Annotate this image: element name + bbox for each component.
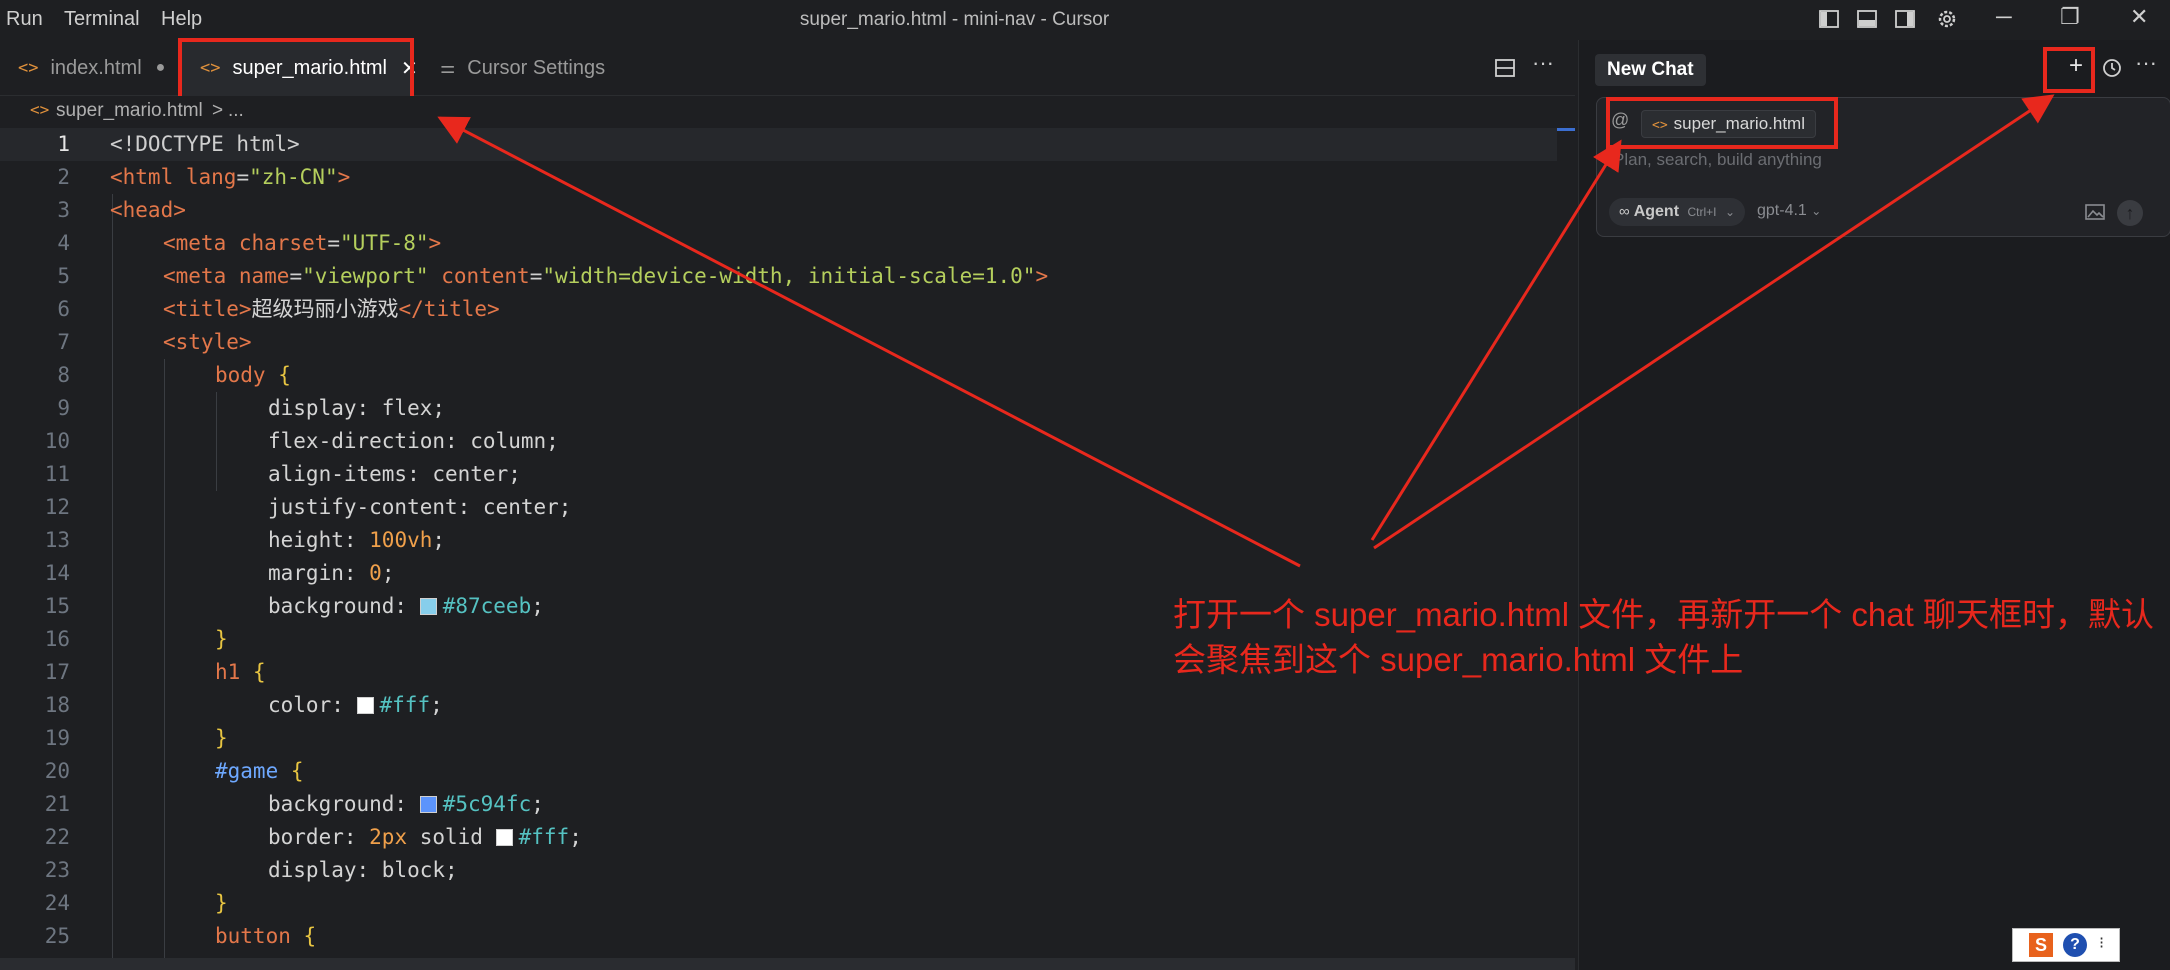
annotation-line-1: 打开一个 super_mario.html 文件，再新开一个 chat 聊天框时… (1173, 596, 2154, 633)
arrow-to-context-chip (1370, 139, 1622, 541)
ime-logo-icon[interactable]: S (2029, 933, 2053, 957)
ime-toolbar[interactable]: S ? ⁝ (2012, 928, 2120, 962)
annotation-arrows (437, 94, 2055, 568)
arrow-to-tab (437, 116, 1301, 568)
annotation-text: 打开一个 super_mario.html 文件，再新开一个 chat 聊天框时… (1173, 592, 2158, 682)
annotation-line-2: 会聚焦到这个 super_mario.html 文件上 (1173, 641, 1744, 678)
ime-menu-icon[interactable]: ⁝ (2099, 933, 2104, 953)
arrow-to-new-chat (1373, 94, 2055, 550)
help-icon[interactable]: ? (2063, 933, 2087, 957)
